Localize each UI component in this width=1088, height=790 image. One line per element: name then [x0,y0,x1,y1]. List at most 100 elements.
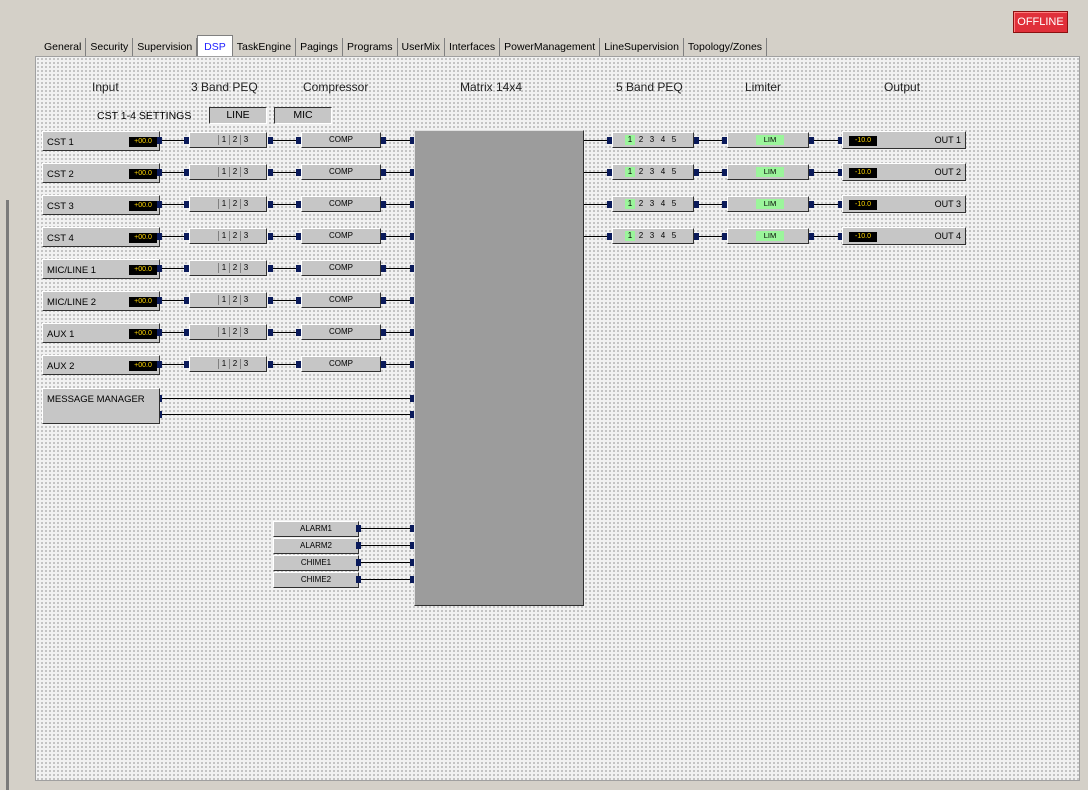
peq-band-button[interactable]: 2 [636,135,646,145]
input-block[interactable]: AUX 2 +00.0 [42,355,160,375]
compressor-block[interactable]: COMP [301,132,381,148]
output-block[interactable]: -10.0 OUT 1 [842,131,966,149]
peq-band-button[interactable]: 1 [218,167,229,177]
peq-band-button[interactable]: 4 [658,167,668,177]
peq-band-button[interactable]: 2 [229,295,240,305]
output-block[interactable]: -10.0 OUT 4 [842,227,966,245]
peq-band-button[interactable]: 2 [636,199,646,209]
tab-dsp[interactable]: DSP [197,35,233,57]
peq-band-button[interactable]: 3 [240,167,251,177]
input-block[interactable]: CST 1 +00.0 [42,131,160,151]
alarm-block[interactable]: ALARM1 [273,521,359,537]
tab-general[interactable]: General [40,38,87,56]
peq-band-button[interactable]: 1 [218,327,229,337]
matrix-14x4-block[interactable] [414,130,584,606]
peq-band-button[interactable]: 5 [669,199,679,209]
compressor-block[interactable]: COMP [301,260,381,276]
peq-band-button[interactable]: 3 [240,199,251,209]
tab-programs[interactable]: Programs [343,38,398,56]
compressor-block[interactable]: COMP [301,356,381,372]
peq3-block[interactable]: 123 [189,196,267,212]
output-block[interactable]: -10.0 OUT 2 [842,163,966,181]
peq-band-button[interactable]: 1 [625,199,635,209]
peq-band-button[interactable]: 2 [229,167,240,177]
peq-band-button[interactable]: 3 [240,359,251,369]
alarm-block[interactable]: CHIME1 [273,555,359,571]
peq-band-button[interactable]: 1 [218,135,229,145]
tab-taskengine[interactable]: TaskEngine [233,38,297,56]
peq5-block[interactable]: 12345 [612,164,694,180]
peq-band-button[interactable]: 3 [240,263,251,273]
peq-band-button[interactable]: 5 [669,135,679,145]
peq3-block[interactable]: 123 [189,228,267,244]
peq-band-button[interactable]: 1 [218,359,229,369]
peq-band-button[interactable]: 2 [229,327,240,337]
tab-linesupervision[interactable]: LineSupervision [600,38,684,56]
message-manager-block[interactable]: MESSAGE MANAGER [42,388,160,424]
peq-band-button[interactable]: 2 [636,231,646,241]
compressor-block[interactable]: COMP [301,164,381,180]
peq5-block[interactable]: 12345 [612,132,694,148]
peq3-block[interactable]: 123 [189,292,267,308]
peq-band-button[interactable]: 4 [658,135,668,145]
peq3-block[interactable]: 123 [189,356,267,372]
compressor-block[interactable]: COMP [301,228,381,244]
peq-band-button[interactable]: 2 [229,263,240,273]
peq-band-button[interactable]: 3 [240,327,251,337]
line-setting-button[interactable]: LINE [209,107,267,124]
peq5-block[interactable]: 12345 [612,228,694,244]
peq-band-button[interactable]: 3 [240,135,251,145]
peq-band-button[interactable]: 1 [625,135,635,145]
tab-topology-zones[interactable]: Topology/Zones [684,38,768,56]
input-block[interactable]: MIC/LINE 1 +00.0 [42,259,160,279]
tab-pagings[interactable]: Pagings [296,38,344,56]
input-block[interactable]: MIC/LINE 2 +00.0 [42,291,160,311]
peq-band-button[interactable]: 5 [669,231,679,241]
limiter-block[interactable]: LIM [727,132,809,148]
peq3-block[interactable]: 123 [189,132,267,148]
peq-band-button[interactable]: 2 [229,135,240,145]
peq-band-button[interactable]: 5 [669,167,679,177]
peq-band-button[interactable]: 3 [647,135,657,145]
peq3-block[interactable]: 123 [189,324,267,340]
peq-band-button[interactable]: 1 [625,231,635,241]
peq-band-button[interactable]: 2 [229,199,240,209]
limiter-block[interactable]: LIM [727,196,809,212]
input-block[interactable]: CST 2 +00.0 [42,163,160,183]
peq-band-button[interactable]: 1 [218,295,229,305]
peq-band-button[interactable]: 3 [240,295,251,305]
peq3-block[interactable]: 123 [189,260,267,276]
tab-security[interactable]: Security [86,38,134,56]
peq-band-button[interactable]: 2 [229,231,240,241]
compressor-block[interactable]: COMP [301,324,381,340]
tab-usermix[interactable]: UserMix [398,38,446,56]
alarm-block[interactable]: ALARM2 [273,538,359,554]
compressor-block[interactable]: COMP [301,292,381,308]
peq5-block[interactable]: 12345 [612,196,694,212]
output-block[interactable]: -10.0 OUT 3 [842,195,966,213]
peq-band-button[interactable]: 1 [218,263,229,273]
limiter-block[interactable]: LIM [727,228,809,244]
peq-band-button[interactable]: 3 [240,231,251,241]
alarm-block[interactable]: CHIME2 [273,572,359,588]
mic-setting-button[interactable]: MIC [274,107,332,124]
compressor-block[interactable]: COMP [301,196,381,212]
input-block[interactable]: CST 4 +00.0 [42,227,160,247]
tab-interfaces[interactable]: Interfaces [445,38,501,56]
peq-band-button[interactable]: 4 [658,231,668,241]
tab-powermanagement[interactable]: PowerManagement [500,38,601,56]
peq-band-button[interactable]: 3 [647,231,657,241]
peq-band-button[interactable]: 2 [636,167,646,177]
tab-supervision[interactable]: Supervision [133,38,198,56]
input-block[interactable]: CST 3 +00.0 [42,195,160,215]
limiter-block[interactable]: LIM [727,164,809,180]
peq-band-button[interactable]: 4 [658,199,668,209]
peq-band-button[interactable]: 1 [218,199,229,209]
peq-band-button[interactable]: 3 [647,167,657,177]
peq-band-button[interactable]: 1 [218,231,229,241]
peq-band-button[interactable]: 1 [625,167,635,177]
input-block[interactable]: AUX 1 +00.0 [42,323,160,343]
peq3-block[interactable]: 123 [189,164,267,180]
peq-band-button[interactable]: 2 [229,359,240,369]
peq-band-button[interactable]: 3 [647,199,657,209]
